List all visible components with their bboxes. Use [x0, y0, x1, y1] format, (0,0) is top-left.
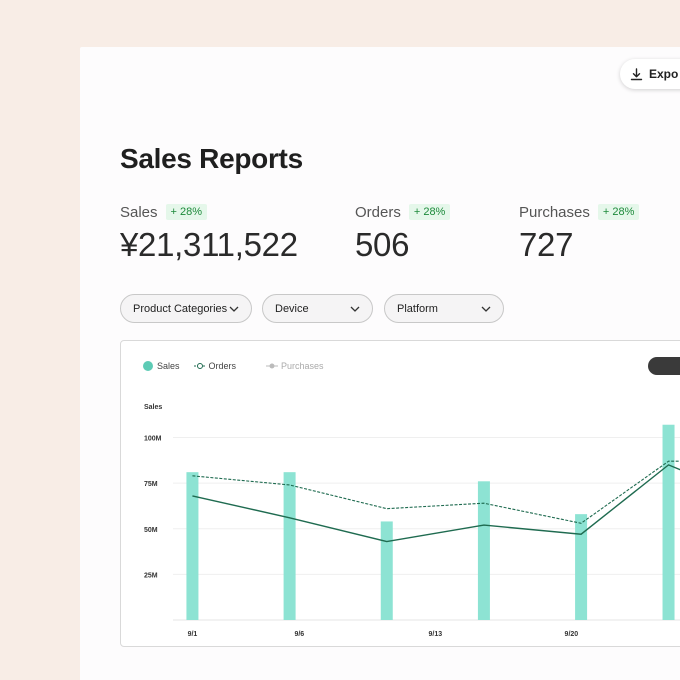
chart-bar[interactable]	[477, 481, 490, 620]
kpi-orders: Orders + 28% 506	[355, 204, 451, 264]
kpi-badge: + 28%	[597, 204, 640, 220]
download-icon	[630, 67, 643, 80]
chevron-down-icon	[229, 306, 239, 312]
page-title: Sales Reports	[120, 143, 303, 174]
x-tick-label: 9/1	[188, 631, 198, 638]
x-tick-label: 9/20	[565, 631, 579, 638]
x-tick-label: 9/13	[429, 631, 443, 638]
y-tick-label: 75M	[144, 481, 158, 488]
chart-bar[interactable]	[283, 472, 296, 620]
chevron-down-icon	[350, 306, 360, 312]
y-tick-label: 25M	[144, 572, 158, 579]
filter-label: Device	[275, 302, 309, 315]
chart-bar[interactable]	[662, 424, 675, 620]
kpi-label: Orders	[355, 204, 401, 221]
kpi-badge: + 28%	[408, 204, 451, 220]
kpi-label: Sales	[120, 204, 158, 221]
chart-bar[interactable]	[186, 472, 199, 620]
sales-series-line	[192, 464, 680, 543]
filter-device[interactable]: Device	[262, 294, 373, 323]
y-tick-label: 50M	[144, 527, 158, 534]
kpi-label: Purchases	[519, 204, 590, 221]
chart-bar[interactable]	[380, 521, 393, 620]
kpi-value: 727	[519, 226, 574, 263]
chevron-down-icon	[481, 306, 491, 312]
export-button[interactable]: Expo	[620, 59, 680, 89]
filter-product-categories[interactable]: Product Categories	[120, 294, 252, 323]
filter-platform[interactable]: Platform	[384, 294, 504, 323]
kpi-sales: Sales + 28% ¥21,311,522	[120, 204, 298, 264]
chart-plot: Sales 25M 50M 75M 100M 9/1 9/6 9/13 9/20	[144, 404, 680, 638]
sales-chart: Sales Orders Purchases Sales 25M 50M 75M 10…	[120, 340, 680, 647]
x-tick-label: 9/6	[294, 631, 304, 638]
y-tick-label: 100M	[144, 436, 162, 443]
report-card: Expo Sales Reports Sales + 28% ¥21,311,52…	[80, 47, 680, 680]
kpi-value: 506	[355, 226, 410, 263]
export-label: Expo	[649, 67, 679, 81]
filter-label: Product Categories	[133, 302, 228, 315]
kpi-purchases: Purchases + 28% 727	[519, 204, 640, 264]
y-axis-title: Sales	[144, 404, 162, 411]
kpi-value: ¥21,311,522	[120, 226, 298, 263]
kpi-badge: + 28%	[165, 204, 208, 220]
filter-label: Platform	[397, 302, 438, 315]
